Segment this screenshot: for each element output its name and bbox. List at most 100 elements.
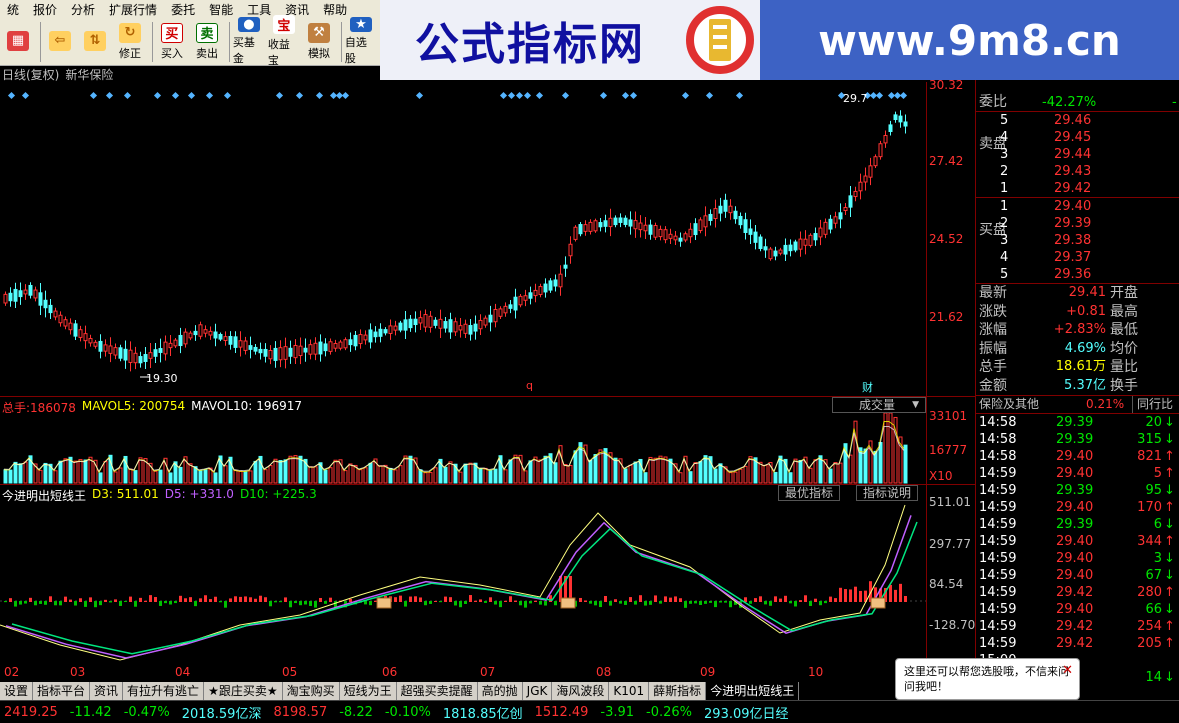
indicator-tab[interactable]: JGK xyxy=(522,682,553,700)
candle-body xyxy=(188,332,193,339)
order-row[interactable]: 3 29.44 xyxy=(976,146,1179,163)
order-row[interactable]: 5 29.46 xyxy=(976,112,1179,129)
candlestick-chart[interactable] xyxy=(0,82,926,396)
indicator-tab[interactable]: K101 xyxy=(609,682,650,700)
refresh-button[interactable]: ↻ 修正 xyxy=(114,20,146,64)
assistant-popup[interactable]: 这里还可以帮您选股哦，不信来问问我吧！ ✕ xyxy=(895,658,1080,700)
indicator-tab[interactable]: 高的抛 xyxy=(477,682,523,700)
menu-item[interactable]: 报价 xyxy=(26,1,64,18)
weibi-label: 委比 xyxy=(979,94,1007,110)
candle-body xyxy=(288,347,293,357)
volume-indicator-select[interactable]: 成交量 ▼ xyxy=(832,397,926,413)
order-row[interactable]: 4 29.45 xyxy=(976,129,1179,146)
candle-body xyxy=(808,234,813,246)
date-axis-tick: 03 xyxy=(70,665,86,679)
fund-button[interactable]: ● 买基金 xyxy=(233,17,265,65)
grid-button[interactable]: ▦ xyxy=(2,20,34,64)
tick-price: 29.40 xyxy=(1056,500,1094,515)
star-button[interactable]: ★ 自选股 xyxy=(345,17,377,65)
volume-bar xyxy=(98,472,103,484)
indicator-tab[interactable]: 薛斯指标 xyxy=(649,682,707,700)
candle-body xyxy=(673,235,678,241)
order-level: 4 xyxy=(1000,250,1009,265)
order-level: 5 xyxy=(1000,267,1009,282)
date-axis-tick: 09 xyxy=(700,665,716,679)
indicator-name[interactable]: 今进明出短线王 xyxy=(2,487,86,504)
order-row[interactable]: 1 29.42 xyxy=(976,180,1179,197)
indicator-bar xyxy=(889,584,892,602)
sell-button[interactable]: 卖卖出 xyxy=(191,20,223,64)
toolbar-label: 卖出 xyxy=(195,46,218,60)
up-down-arrows-button[interactable]: ⇅ xyxy=(79,20,111,64)
indicator-tab[interactable]: 海风波段 xyxy=(552,682,610,700)
chevron-down-icon[interactable]: ▼ xyxy=(912,398,919,412)
hammer-button[interactable]: ⚒ 模拟 xyxy=(303,20,335,64)
menu-item[interactable]: 委托 xyxy=(164,1,202,18)
indicator-tab[interactable]: 淘宝购买 xyxy=(282,682,340,700)
candle-body xyxy=(533,289,538,297)
candle-body xyxy=(748,228,753,235)
price-chart-panel[interactable]: 30.32 27.42 24.52 21.62 29.7 19.30 q 财 xyxy=(0,78,975,396)
indicator-tab[interactable]: 短线为王 xyxy=(339,682,397,700)
banner-url[interactable]: www.9m8.cn xyxy=(818,16,1121,65)
indicator-tab[interactable]: 资讯 xyxy=(90,682,124,700)
order-row[interactable]: 1 29.40 xyxy=(976,198,1179,215)
buy-button[interactable]: 买买入 xyxy=(156,20,188,64)
indicator-tab[interactable]: ★跟庄买卖★ xyxy=(204,682,283,700)
stat-label-2: 最低 xyxy=(1110,322,1138,338)
indicator-bar xyxy=(94,601,97,608)
indicator-tab[interactable]: 设置 xyxy=(0,682,34,700)
indicator-bar xyxy=(404,601,407,607)
indicator-help-button[interactable]: 指标说明 xyxy=(856,485,919,501)
indicator-panel[interactable]: 今进明出短线王 D3: 511.01 D5: +331.0 D10: +225.… xyxy=(0,484,975,664)
candle-body xyxy=(493,308,498,323)
menu-item[interactable]: 分析 xyxy=(64,1,102,18)
indicator-bar xyxy=(414,596,417,602)
volume-panel[interactable]: 总手:186078 MAVOL5: 200754 MAVOL10: 196917… xyxy=(0,396,975,484)
menu-item[interactable]: 扩展行情 xyxy=(102,1,164,18)
tick-price: 29.39 xyxy=(1056,415,1094,430)
chart-mode[interactable]: 日线(复权) xyxy=(2,66,59,82)
volume-bar xyxy=(3,469,8,484)
volume-bar xyxy=(693,462,698,484)
candle-body xyxy=(433,319,438,326)
volume-bar xyxy=(283,459,288,484)
indicator-chart[interactable] xyxy=(0,485,926,665)
best-indicator-button[interactable]: 最优指标 xyxy=(778,485,841,501)
indicator-bar xyxy=(239,596,242,602)
signal-diamond xyxy=(621,91,630,100)
candle-body xyxy=(873,156,878,167)
menu-item[interactable]: 帮助 xyxy=(316,1,354,18)
menu-item[interactable]: 智能 xyxy=(202,1,240,18)
indicator-bar xyxy=(449,597,452,602)
candle-body xyxy=(793,241,798,251)
bao-button[interactable]: 宝收益宝 xyxy=(268,15,300,67)
sector-label[interactable]: 保险及其他 xyxy=(979,396,1039,413)
menu-item[interactable]: 统 xyxy=(0,1,26,18)
candle-body xyxy=(563,264,568,269)
candle-body xyxy=(603,220,608,227)
indicator-bar xyxy=(329,597,332,602)
back-arrow-button[interactable]: ⇦ xyxy=(44,20,76,64)
indicator-tab[interactable]: 有拉升有逃亡 xyxy=(123,682,205,700)
candle-body xyxy=(528,292,533,299)
mavol5-label: MAVOL5: xyxy=(81,399,136,413)
volume-bar xyxy=(398,465,403,484)
candle-body xyxy=(728,205,733,214)
indicator-tab[interactable]: 今进明出短线王 xyxy=(706,682,800,700)
stat-label: 涨跌 xyxy=(979,303,1007,320)
order-row[interactable]: 5 29.36 xyxy=(976,266,1179,283)
candle-body xyxy=(303,347,308,353)
indicator-bar xyxy=(519,601,522,606)
close-icon[interactable]: ✕ xyxy=(1062,663,1073,678)
order-row[interactable]: 2 29.43 xyxy=(976,163,1179,180)
indicator-bar xyxy=(464,601,467,604)
order-row[interactable]: 4 29.37 xyxy=(976,249,1179,266)
indicator-tab[interactable]: 指标平台 xyxy=(33,682,91,700)
menu-item[interactable]: 工具 xyxy=(240,1,278,18)
order-row[interactable]: 2 29.39 xyxy=(976,215,1179,232)
order-row[interactable]: 3 29.38 xyxy=(976,232,1179,249)
indicator-tab[interactable]: 超强买卖提醒 xyxy=(396,682,478,700)
tick-price: 29.40 xyxy=(1056,449,1094,464)
peer-compare-tab[interactable]: 同行比 xyxy=(1132,396,1173,413)
